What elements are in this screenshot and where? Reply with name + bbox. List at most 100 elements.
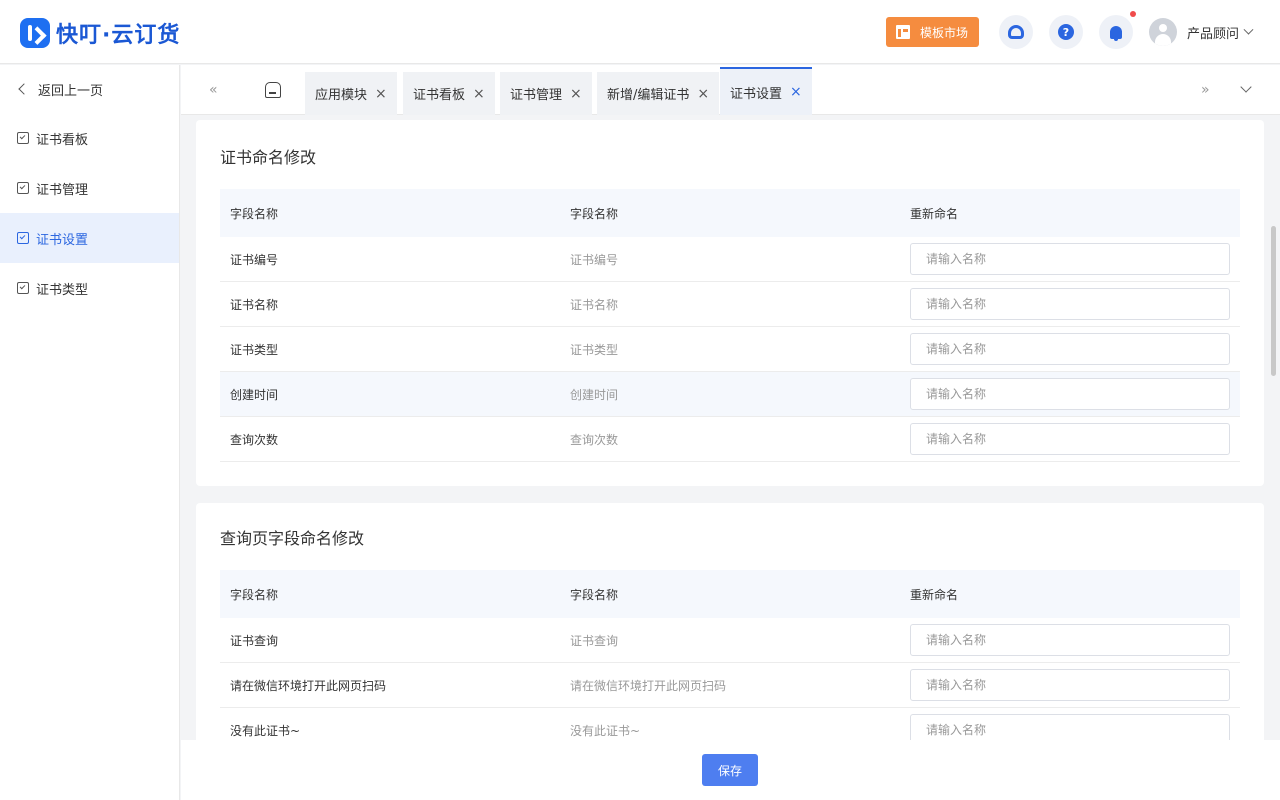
field-cell: 查询次数 — [230, 432, 279, 447]
sidebar-item-label: 证书管理 — [36, 182, 89, 198]
headset-icon — [1008, 25, 1024, 39]
calendar-check-icon — [17, 132, 29, 144]
table-row: 证书类型 证书类型 — [220, 327, 1240, 372]
table-row: 证书名称 证书名称 — [220, 282, 1240, 327]
column-header: 字段名称 — [230, 206, 279, 221]
back-label: 返回上一页 — [38, 83, 104, 99]
name-cell: 证书类型 — [570, 342, 619, 357]
sidebar-item-settings[interactable]: 证书设置 — [0, 213, 179, 263]
name-cell: 证书编号 — [570, 252, 619, 267]
vertical-scrollbar[interactable] — [1271, 226, 1276, 376]
certificate-naming-card: 证书命名修改 字段名称 字段名称 重新命名 证书编号 证书编号 证书名称 证书名… — [196, 120, 1264, 486]
back-button[interactable]: 返回上一页 — [0, 65, 179, 113]
tab-label: 证书管理 — [510, 88, 563, 103]
close-icon[interactable]: × — [790, 84, 802, 100]
logo-icon — [20, 18, 50, 48]
rename-input[interactable] — [910, 423, 1230, 455]
template-market-button[interactable]: 模板市场 — [886, 17, 979, 47]
field-cell: 没有此证书~ — [230, 723, 301, 738]
name-cell: 证书查询 — [570, 633, 619, 648]
tab-certificate-dashboard[interactable]: 证书看板 × — [403, 72, 495, 115]
tabs-menu-chevron-icon[interactable] — [1240, 81, 1252, 93]
column-header: 字段名称 — [570, 587, 619, 602]
table-row: 证书编号 证书编号 — [220, 237, 1240, 282]
close-icon[interactable]: × — [375, 86, 387, 102]
tab-app-modules[interactable]: 应用模块 × — [305, 72, 397, 115]
certificate-naming-table: 字段名称 字段名称 重新命名 证书编号 证书编号 证书名称 证书名称 证书类型 … — [220, 189, 1240, 462]
table-row: 请在微信环境打开此网页扫码 请在微信环境打开此网页扫码 — [220, 663, 1240, 708]
tab-label: 证书设置 — [730, 86, 783, 102]
close-icon[interactable]: × — [570, 86, 582, 102]
tab-certificate-management[interactable]: 证书管理 × — [500, 72, 592, 115]
save-button[interactable]: 保存 — [702, 754, 758, 786]
main-content: 证书命名修改 字段名称 字段名称 重新命名 证书编号 证书编号 证书名称 证书名… — [181, 116, 1268, 740]
column-header: 重新命名 — [910, 206, 959, 221]
calendar-check-icon — [17, 232, 29, 244]
sidebar-item-dashboard[interactable]: 证书看板 — [0, 113, 179, 163]
rename-input[interactable] — [910, 714, 1230, 740]
bell-icon — [1110, 25, 1122, 41]
rename-input[interactable] — [910, 669, 1230, 701]
query-page-naming-card: 查询页字段命名修改 字段名称 字段名称 重新命名 证书查询 证书查询 请在微信环… — [196, 503, 1264, 740]
tab-label: 证书看板 — [413, 88, 466, 103]
field-cell: 请在微信环境打开此网页扫码 — [230, 678, 387, 693]
template-market-label: 模板市场 — [920, 25, 969, 40]
name-cell: 创建时间 — [570, 387, 619, 402]
tabs-scroll-right-icon[interactable]: » — [1201, 83, 1215, 97]
field-cell: 证书编号 — [230, 252, 279, 267]
query-page-naming-table: 字段名称 字段名称 重新命名 证书查询 证书查询 请在微信环境打开此网页扫码 请… — [220, 570, 1240, 740]
logo-text: 快叮·云订货 — [56, 23, 181, 48]
user-menu[interactable]: 产品顾问 — [1149, 18, 1254, 46]
tabs-scroll-left-icon[interactable]: « — [209, 83, 223, 97]
sidebar-item-label: 证书类型 — [36, 282, 89, 298]
field-cell: 证书名称 — [230, 297, 279, 312]
sidebar-item-types[interactable]: 证书类型 — [0, 263, 179, 313]
table-row: 创建时间 创建时间 — [220, 372, 1240, 417]
sidebar-item-label: 证书看板 — [36, 132, 89, 148]
table-row: 证书查询 证书查询 — [220, 618, 1240, 663]
rename-input[interactable] — [910, 378, 1230, 410]
home-icon[interactable] — [265, 82, 281, 98]
customer-service-button[interactable] — [999, 15, 1033, 49]
tab-label: 新增/编辑证书 — [607, 88, 690, 103]
field-cell: 创建时间 — [230, 387, 279, 402]
rename-input[interactable] — [910, 288, 1230, 320]
column-header: 字段名称 — [230, 587, 279, 602]
notification-badge — [1130, 11, 1136, 17]
help-icon: ? — [1058, 24, 1074, 40]
sidebar: 返回上一页 证书看板 证书管理 证书设置 证书类型 — [0, 65, 180, 800]
chevron-left-icon — [18, 83, 30, 95]
rename-input[interactable] — [910, 333, 1230, 365]
template-icon — [896, 25, 910, 39]
close-icon[interactable]: × — [697, 86, 709, 102]
table-header: 字段名称 字段名称 重新命名 — [220, 189, 1240, 237]
tab-add-edit-certificate[interactable]: 新增/编辑证书 × — [597, 72, 720, 115]
name-cell: 请在微信环境打开此网页扫码 — [570, 678, 727, 693]
name-cell: 证书名称 — [570, 297, 619, 312]
table-row: 查询次数 查询次数 — [220, 417, 1240, 462]
name-cell: 没有此证书~ — [570, 723, 641, 738]
rename-input[interactable] — [910, 624, 1230, 656]
column-header: 重新命名 — [910, 587, 959, 602]
field-cell: 证书类型 — [230, 342, 279, 357]
sidebar-item-management[interactable]: 证书管理 — [0, 163, 179, 213]
footer-bar: 保存 — [181, 740, 1280, 800]
avatar — [1149, 18, 1177, 46]
field-cell: 证书查询 — [230, 633, 279, 648]
tab-bar: « 应用模块 × 证书看板 × 证书管理 × 新增/编辑证书 × 证书设置 × … — [181, 65, 1280, 115]
calendar-check-icon — [17, 282, 29, 294]
help-button[interactable]: ? — [1049, 15, 1083, 49]
top-header: 快叮·云订货 模板市场 ? 产品顾问 — [0, 0, 1280, 64]
column-header: 字段名称 — [570, 206, 619, 221]
table-header: 字段名称 字段名称 重新命名 — [220, 570, 1240, 618]
section-title: 查询页字段命名修改 — [220, 529, 365, 548]
tab-certificate-settings[interactable]: 证书设置 × — [720, 67, 812, 115]
chevron-down-icon — [1243, 24, 1254, 35]
app-logo[interactable]: 快叮·云订货 — [20, 17, 180, 49]
tab-label: 应用模块 — [315, 88, 368, 103]
close-icon[interactable]: × — [473, 86, 485, 102]
notification-button[interactable] — [1099, 15, 1133, 49]
rename-input[interactable] — [910, 243, 1230, 275]
sidebar-item-label: 证书设置 — [36, 232, 89, 248]
calendar-check-icon — [17, 182, 29, 194]
